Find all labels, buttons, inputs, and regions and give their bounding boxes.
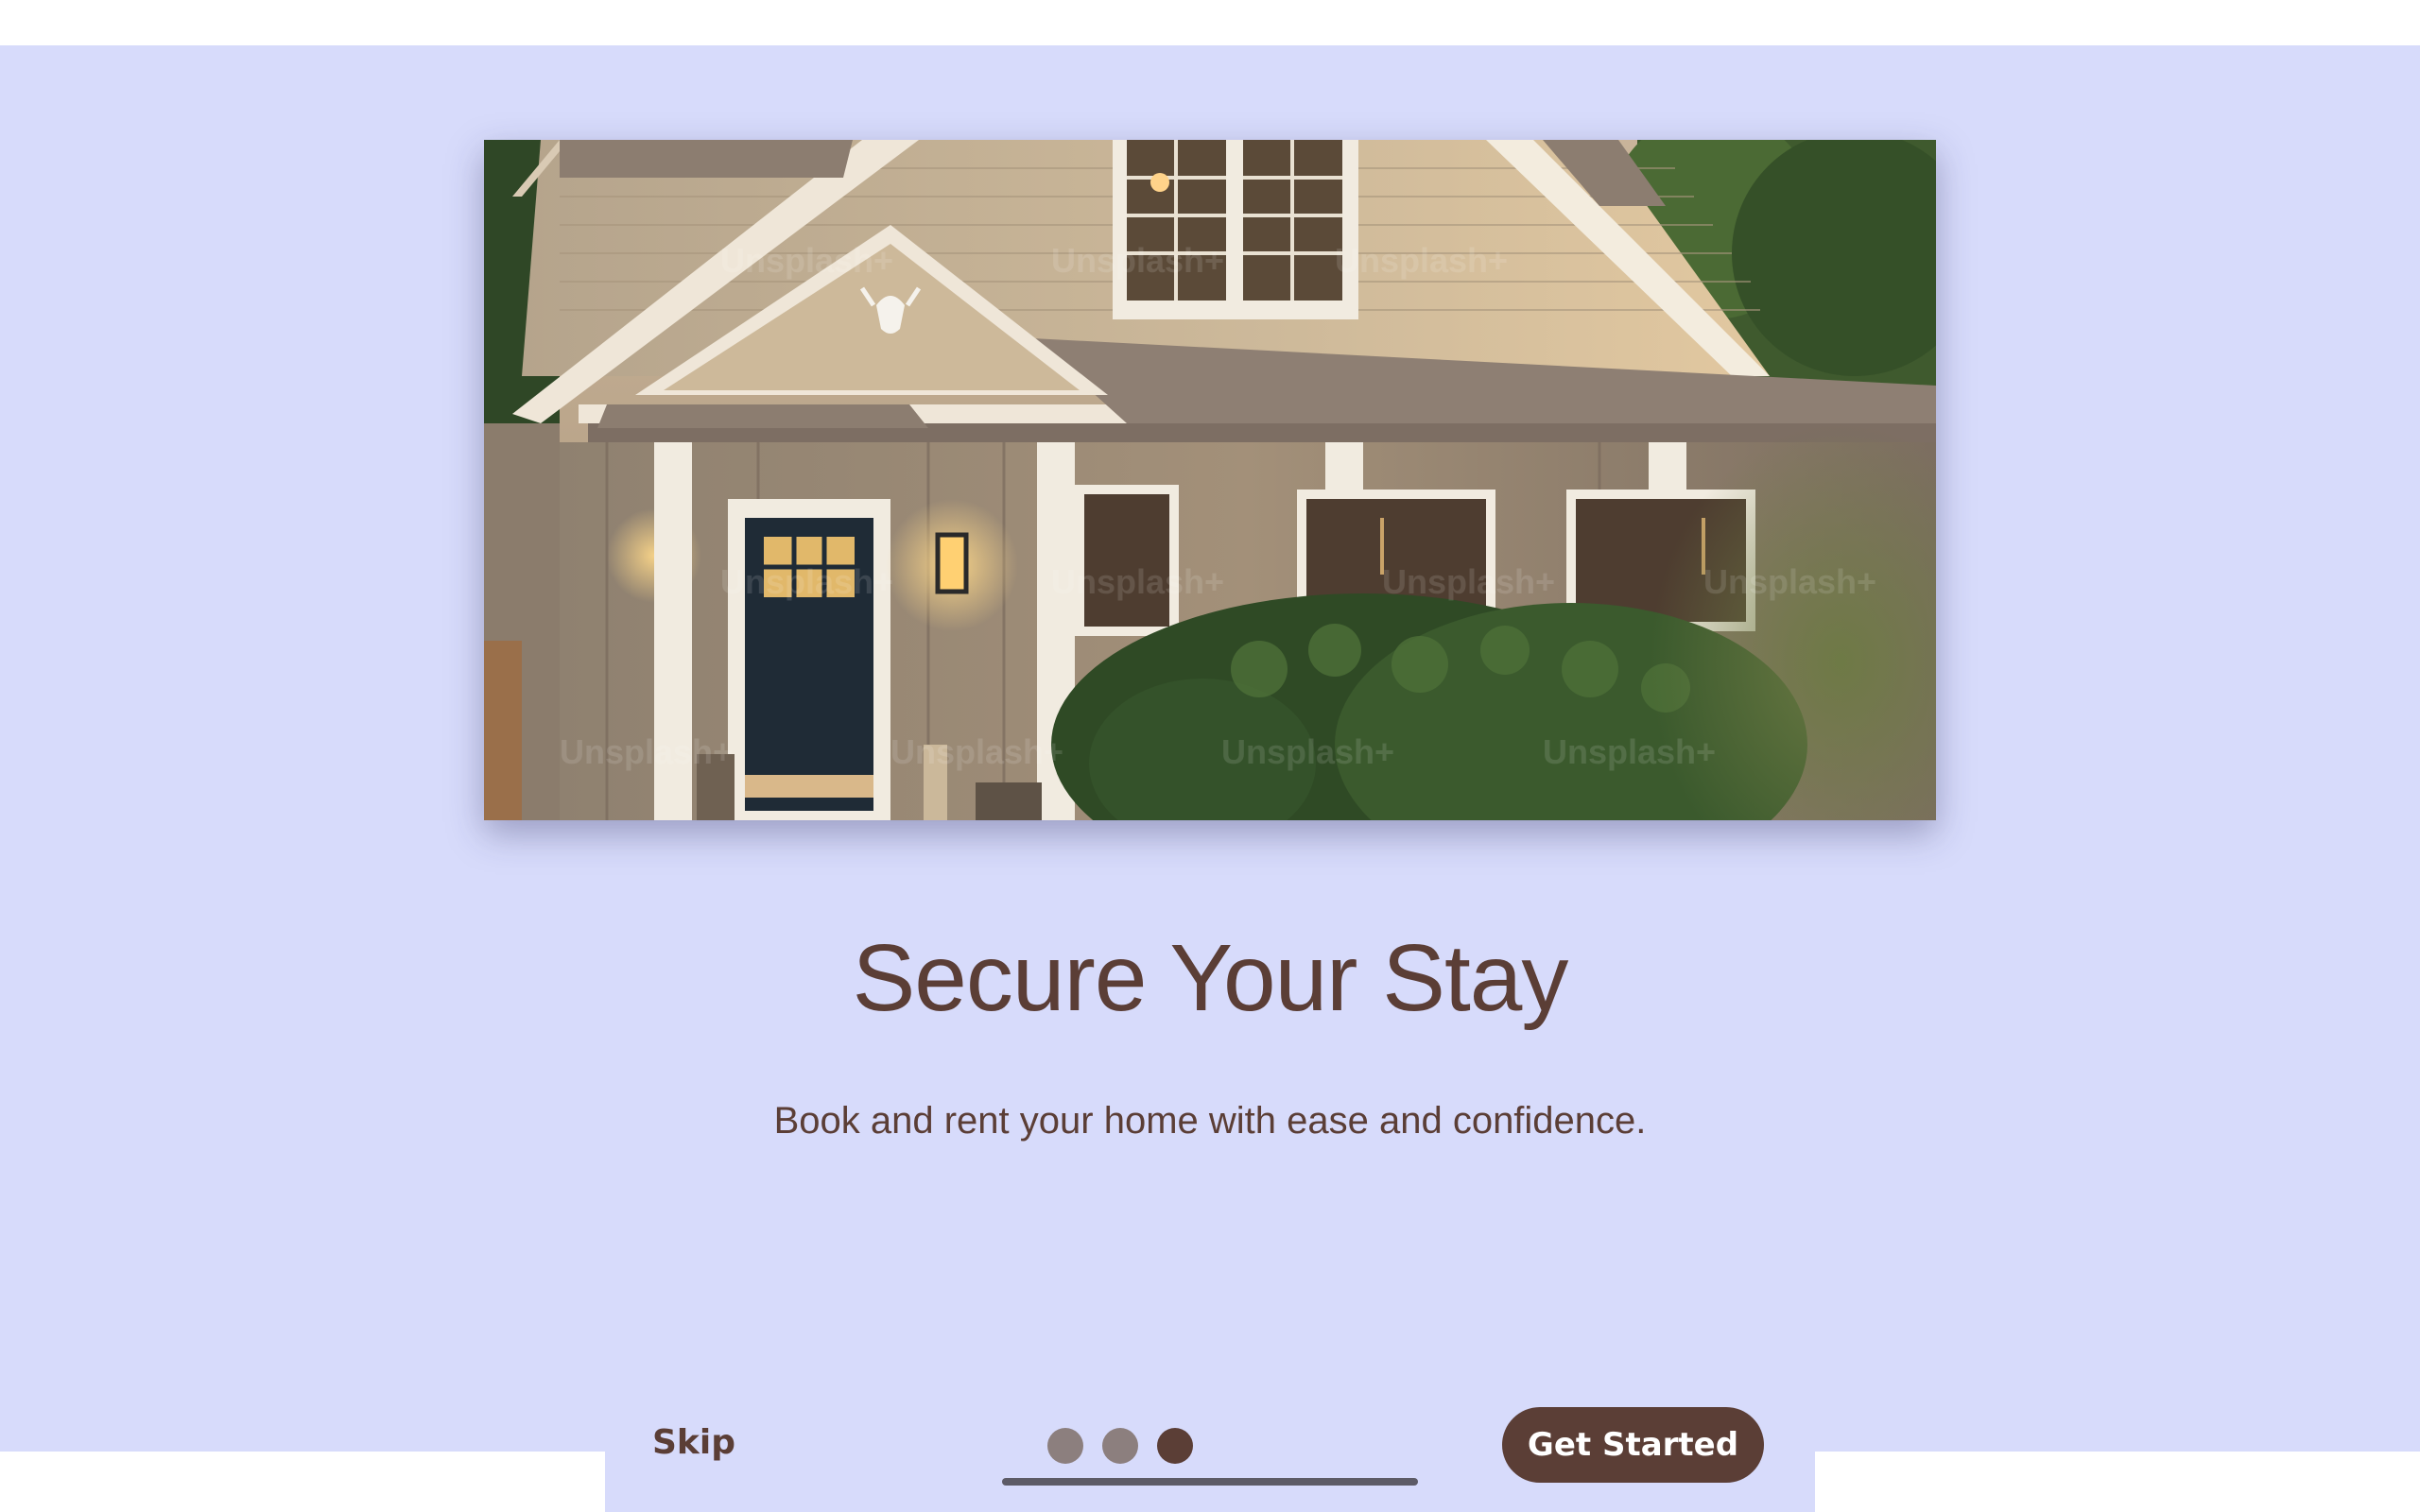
skip-button[interactable]: Skip	[652, 1423, 735, 1462]
svg-text:Unsplash+: Unsplash+	[1703, 562, 1876, 601]
bottom-strip-right	[1815, 1452, 2420, 1512]
svg-text:Unsplash+: Unsplash+	[1051, 241, 1224, 280]
home-indicator-bar[interactable]	[1002, 1478, 1418, 1486]
page-indicator	[1047, 1428, 1193, 1464]
svg-text:Unsplash+: Unsplash+	[1543, 732, 1716, 771]
onboarding-subtitle: Book and rent your home with ease and co…	[773, 1100, 1647, 1142]
bottom-strip-left	[0, 1452, 605, 1512]
page-dot-2[interactable]	[1102, 1428, 1138, 1464]
hero-image: Unsplash+ Unsplash+ Unsplash+ Unsplash+ …	[484, 140, 1936, 820]
svg-text:Unsplash+: Unsplash+	[720, 562, 893, 601]
onboarding-title: Secure Your Stay	[852, 925, 1569, 1031]
svg-text:Unsplash+: Unsplash+	[1221, 732, 1394, 771]
svg-text:Unsplash+: Unsplash+	[890, 732, 1063, 771]
page-dot-1[interactable]	[1047, 1428, 1083, 1464]
svg-text:Unsplash+: Unsplash+	[720, 241, 893, 280]
svg-text:Unsplash+: Unsplash+	[560, 732, 733, 771]
status-bar	[0, 0, 2420, 45]
svg-text:Unsplash+: Unsplash+	[1382, 562, 1555, 601]
get-started-button[interactable]: Get Started	[1502, 1407, 1764, 1483]
page-dot-3-active[interactable]	[1157, 1428, 1193, 1464]
svg-text:Unsplash+: Unsplash+	[1051, 562, 1224, 601]
svg-text:Unsplash+: Unsplash+	[1335, 241, 1508, 280]
